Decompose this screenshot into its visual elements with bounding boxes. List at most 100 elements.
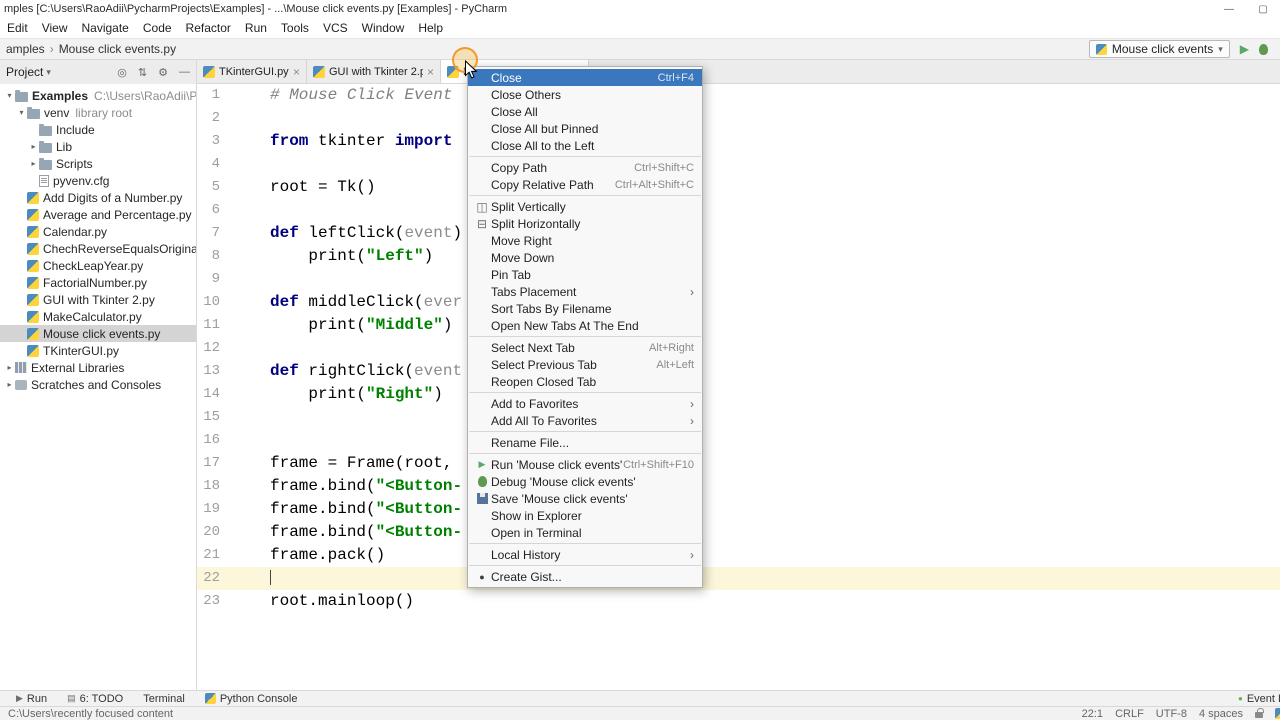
project-tool-title[interactable]: Project xyxy=(6,65,43,79)
minimize-button[interactable]: — xyxy=(1212,4,1246,15)
line-number[interactable]: 16 xyxy=(197,429,270,452)
code-line-17[interactable]: 17 frame = Frame(root, xyxy=(197,452,1280,475)
context-menu-select-next-tab[interactable]: Select Next Tab Alt+Right xyxy=(468,339,702,356)
tree-expanded-icon[interactable]: ▾ xyxy=(16,108,27,117)
code-line-7[interactable]: 7 def leftClick(event) xyxy=(197,222,1280,245)
run-button[interactable]: ▶ xyxy=(1240,42,1249,56)
context-menu-save-mouse-click-events[interactable]: Save 'Mouse click events' xyxy=(468,490,702,507)
context-menu-open-new-tabs-at-the-end[interactable]: Open New Tabs At The End xyxy=(468,317,702,334)
line-number[interactable]: 1 xyxy=(197,84,270,107)
menu-code[interactable]: Code xyxy=(136,21,179,35)
context-menu-local-history[interactable]: Local History › xyxy=(468,546,702,563)
line-separator-widget[interactable]: CRLF xyxy=(1115,708,1144,720)
code-line-5[interactable]: 5 root = Tk() xyxy=(197,176,1280,199)
tree-item-scratches-and-consoles[interactable]: ▸ Scratches and Consoles xyxy=(0,376,196,393)
context-menu-run-mouse-click-events[interactable]: ▶ Run 'Mouse click events' Ctrl+Shift+F10 xyxy=(468,456,702,473)
code-line-8[interactable]: 8 print("Left") xyxy=(197,245,1280,268)
context-menu-move-right[interactable]: Move Right xyxy=(468,232,702,249)
tool-window-python-console[interactable]: Python Console xyxy=(204,693,297,705)
code-line-3[interactable]: 3 from tkinter import xyxy=(197,130,1280,153)
code-line-15[interactable]: 15 xyxy=(197,406,1280,429)
line-number[interactable]: 2 xyxy=(197,107,270,130)
code-line-18[interactable]: 18 frame.bind("<Button- xyxy=(197,475,1280,498)
line-number[interactable]: 3 xyxy=(197,130,270,153)
tree-collapsed-icon[interactable]: ▸ xyxy=(28,142,39,151)
settings-icon[interactable]: ⚙ xyxy=(158,66,168,79)
tree-item-average-and-percentage-py[interactable]: Average and Percentage.py xyxy=(0,206,196,223)
menu-refactor[interactable]: Refactor xyxy=(179,21,238,35)
line-number[interactable]: 10 xyxy=(197,291,270,314)
breadcrumb-project[interactable]: amples xyxy=(6,42,45,56)
menu-run[interactable]: Run xyxy=(238,21,274,35)
code-line-11[interactable]: 11 print("Middle") xyxy=(197,314,1280,337)
debug-button[interactable] xyxy=(1259,43,1268,55)
context-menu-add-all-to-favorites[interactable]: Add All To Favorites › xyxy=(468,412,702,429)
tree-item-gui-with-tkinter-2-py[interactable]: GUI with Tkinter 2.py xyxy=(0,291,196,308)
context-menu-close-all-to-the-left[interactable]: Close All to the Left xyxy=(468,137,702,154)
tree-expanded-icon[interactable]: ▾ xyxy=(4,91,15,100)
code-line-20[interactable]: 20 frame.bind("<Button- xyxy=(197,521,1280,544)
tool-window-6-todo[interactable]: ▤ 6: TODO xyxy=(67,693,123,705)
context-menu-split-horizontally[interactable]: ⊟ Split Horizontally xyxy=(468,215,702,232)
code-line-23[interactable]: 23 root.mainloop() xyxy=(197,590,1280,613)
line-number[interactable]: 15 xyxy=(197,406,270,429)
code-line-2[interactable]: 2 xyxy=(197,107,1280,130)
menu-edit[interactable]: Edit xyxy=(0,21,35,35)
line-number[interactable]: 19 xyxy=(197,498,270,521)
code-line-6[interactable]: 6 xyxy=(197,199,1280,222)
context-menu-open-in-terminal[interactable]: Open in Terminal xyxy=(468,524,702,541)
line-number[interactable]: 21 xyxy=(197,544,270,567)
line-number[interactable]: 23 xyxy=(197,590,270,613)
code-line-12[interactable]: 12 xyxy=(197,337,1280,360)
code-line-16[interactable]: 16 xyxy=(197,429,1280,452)
line-number[interactable]: 12 xyxy=(197,337,270,360)
context-menu-reopen-closed-tab[interactable]: Reopen Closed Tab xyxy=(468,373,702,390)
line-number[interactable]: 6 xyxy=(197,199,270,222)
code-line-14[interactable]: 14 print("Right") xyxy=(197,383,1280,406)
context-menu-close[interactable]: Close Ctrl+F4 xyxy=(468,69,702,86)
menu-view[interactable]: View xyxy=(35,21,75,35)
line-number[interactable]: 20 xyxy=(197,521,270,544)
code-line-4[interactable]: 4 xyxy=(197,153,1280,176)
context-menu-debug-mouse-click-events[interactable]: Debug 'Mouse click events' xyxy=(468,473,702,490)
readonly-lock-icon[interactable] xyxy=(1255,708,1264,718)
tree-item-pyvenv-cfg[interactable]: pyvenv.cfg xyxy=(0,172,196,189)
close-tab-icon[interactable]: × xyxy=(427,65,434,79)
context-menu-add-to-favorites[interactable]: Add to Favorites › xyxy=(468,395,702,412)
tree-item-external-libraries[interactable]: ▸ External Libraries xyxy=(0,359,196,376)
code-line-22[interactable]: 22 xyxy=(197,567,1280,590)
editor-tab-gui-with-tkinter-2-py[interactable]: GUI with Tkinter 2.py × xyxy=(307,60,441,83)
context-menu-rename-file[interactable]: Rename File... xyxy=(468,434,702,451)
menu-tools[interactable]: Tools xyxy=(274,21,316,35)
line-number[interactable]: 7 xyxy=(197,222,270,245)
line-number[interactable]: 11 xyxy=(197,314,270,337)
code-line-13[interactable]: 13 def rightClick(event xyxy=(197,360,1280,383)
line-number[interactable]: 8 xyxy=(197,245,270,268)
line-number[interactable]: 14 xyxy=(197,383,270,406)
line-number[interactable]: 13 xyxy=(197,360,270,383)
context-menu-close-all[interactable]: Close All xyxy=(468,103,702,120)
code-line-21[interactable]: 21 frame.pack() xyxy=(197,544,1280,567)
context-menu-close-others[interactable]: Close Others xyxy=(468,86,702,103)
context-menu-tabs-placement[interactable]: Tabs Placement › xyxy=(468,283,702,300)
context-menu-show-in-explorer[interactable]: Show in Explorer xyxy=(468,507,702,524)
line-number[interactable]: 18 xyxy=(197,475,270,498)
tree-item-chechreverseequalsoriginal-py[interactable]: ChechReverseEqualsOriginal.py xyxy=(0,240,196,257)
context-menu-move-down[interactable]: Move Down xyxy=(468,249,702,266)
caret-position-widget[interactable]: 22:1 xyxy=(1082,708,1103,720)
tree-item-factorialnumber-py[interactable]: FactorialNumber.py xyxy=(0,274,196,291)
indent-widget[interactable]: 4 spaces xyxy=(1199,708,1243,720)
event-log-button[interactable]: ● Event Log xyxy=(1238,693,1280,705)
menu-vcs[interactable]: VCS xyxy=(316,21,355,35)
tree-item-tkintergui-py[interactable]: TKinterGUI.py xyxy=(0,342,196,359)
tree-item-add-digits-of-a-number-py[interactable]: Add Digits of a Number.py xyxy=(0,189,196,206)
tree-item-mouse-click-events-py[interactable]: Mouse click events.py xyxy=(0,325,196,342)
tree-item-include[interactable]: Include xyxy=(0,121,196,138)
code-line-10[interactable]: 10 def middleClick(ever xyxy=(197,291,1280,314)
context-menu-copy-relative-path[interactable]: Copy Relative Path Ctrl+Alt+Shift+C xyxy=(468,176,702,193)
maximize-button[interactable]: ▢ xyxy=(1246,4,1280,15)
code-line-9[interactable]: 9 xyxy=(197,268,1280,291)
context-menu-close-all-but-pinned[interactable]: Close All but Pinned xyxy=(468,120,702,137)
context-menu-create-gist[interactable]: ● Create Gist... xyxy=(468,568,702,585)
collapse-all-icon[interactable]: ⇅ xyxy=(138,66,147,79)
